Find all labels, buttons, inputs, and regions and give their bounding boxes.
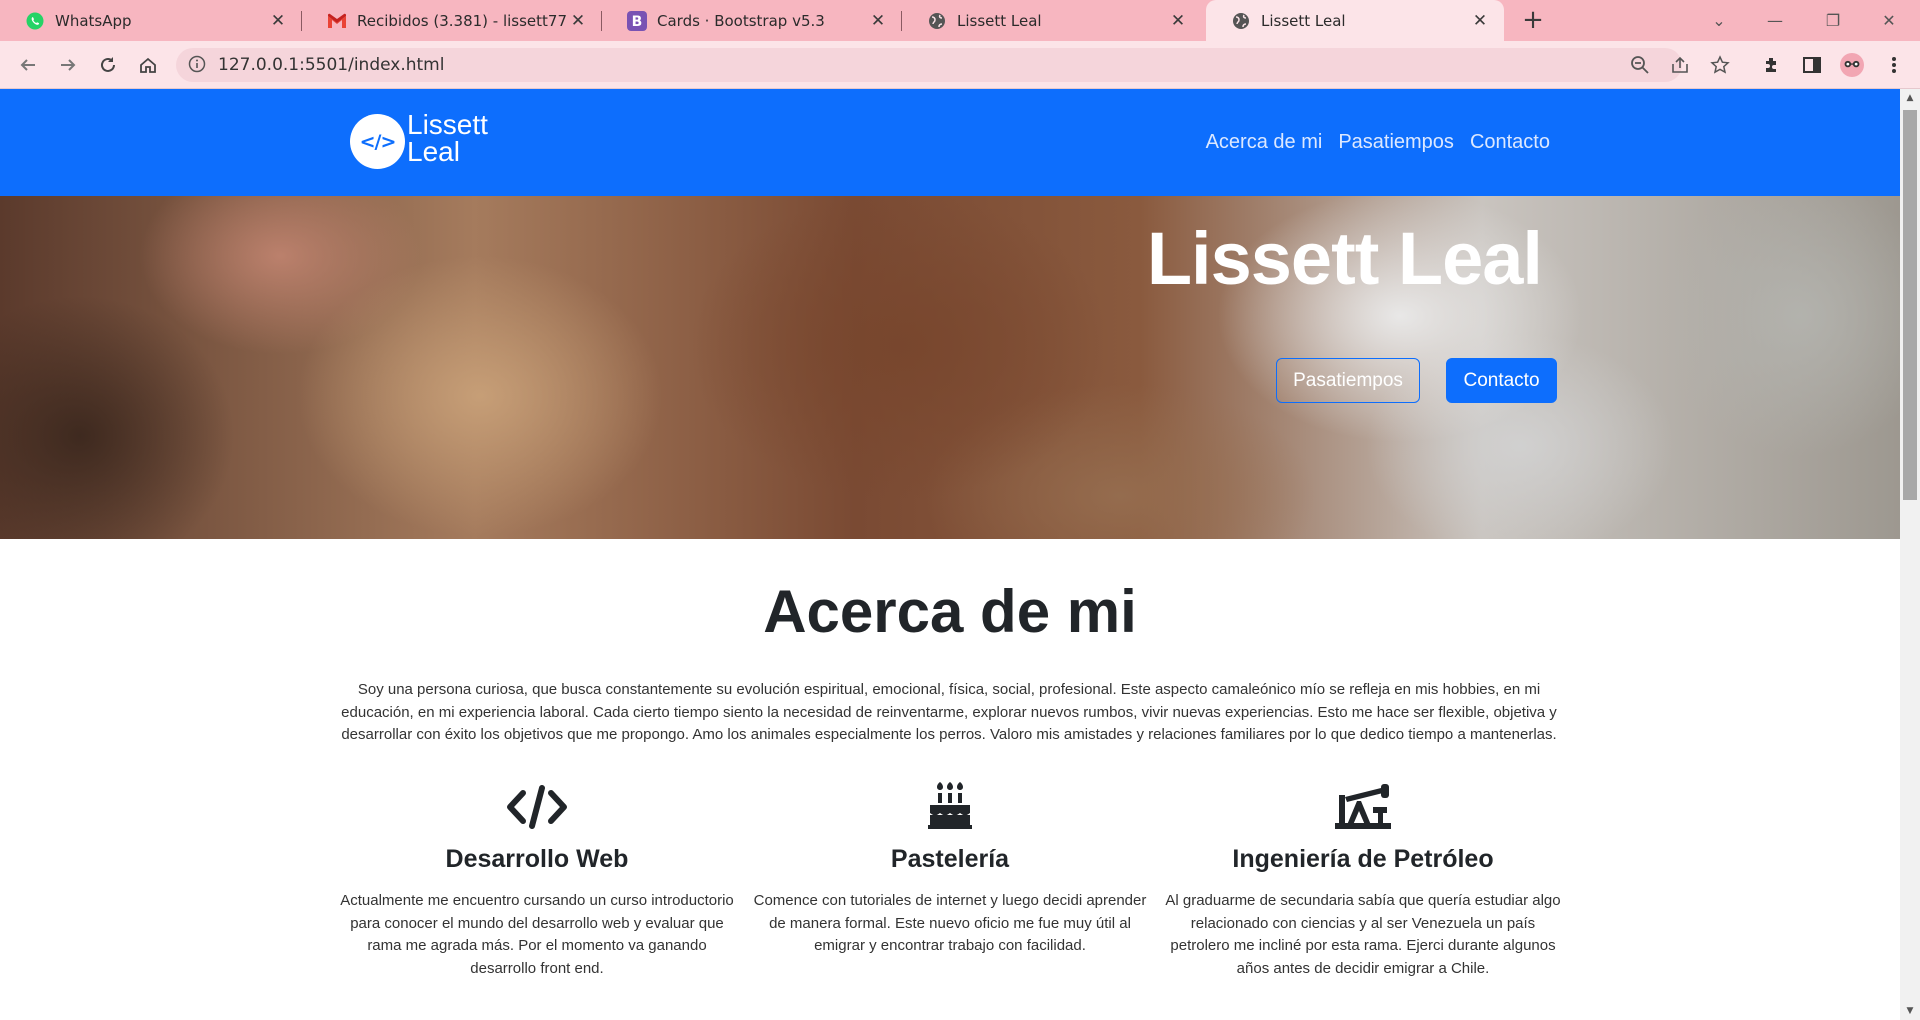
restore-button[interactable]: ❐: [1810, 0, 1856, 41]
contacto-button[interactable]: Contacto: [1446, 358, 1557, 403]
feature-text: Comence con tutoriales de internet y lue…: [753, 892, 1147, 954]
home-icon[interactable]: [132, 49, 164, 81]
page-viewport: </> Lissett Leal Acerca de mi Pasatiempo…: [0, 89, 1900, 1020]
nav-link-pasatiempos[interactable]: Pasatiempos: [1338, 131, 1454, 154]
feature-desarrollo-web: Desarrollo Web Actualmente me encuentro …: [337, 779, 737, 980]
tab-search-icon[interactable]: ⌄: [1696, 0, 1742, 41]
reload-icon[interactable]: [92, 49, 124, 81]
site-info-icon[interactable]: [188, 55, 208, 75]
share-icon[interactable]: [1670, 55, 1690, 75]
bootstrap-icon: B: [627, 10, 647, 31]
close-icon[interactable]: ✕: [1470, 11, 1490, 31]
nav-links: Acerca de mi Pasatiempos Contacto: [1206, 131, 1550, 154]
tab-lissett-active[interactable]: Lissett Leal ✕: [1206, 0, 1504, 41]
site-navbar: </> Lissett Leal Acerca de mi Pasatiempo…: [0, 89, 1900, 196]
tab-lissett-1[interactable]: Lissett Leal ✕: [902, 0, 1202, 41]
minimize-button[interactable]: —: [1752, 0, 1798, 41]
tab-title: Cards · Bootstrap v5.3: [657, 11, 825, 30]
globe-icon: [927, 11, 947, 31]
feature-pasteleria: Pastelería Comence con tutoriales de int…: [750, 779, 1150, 958]
gmail-icon: [327, 11, 347, 31]
code-icon: [337, 779, 737, 829]
tab-gmail[interactable]: Recibidos (3.381) - lissett777@gm ✕: [302, 0, 602, 41]
feature-text: Al graduarme de secundaria sabía que que…: [1165, 892, 1561, 977]
profile-avatar-icon[interactable]: [1840, 53, 1864, 77]
browser-toolbar: 127.0.0.1:5501/index.html: [0, 41, 1920, 89]
close-icon[interactable]: ✕: [268, 11, 288, 31]
zoom-icon[interactable]: [1630, 55, 1650, 75]
tab-whatsapp[interactable]: WhatsApp ✕: [0, 0, 302, 41]
forward-icon[interactable]: [52, 49, 84, 81]
window-close-button[interactable]: ✕: [1866, 0, 1912, 41]
svg-text:B: B: [632, 14, 643, 30]
url-text: 127.0.0.1:5501/index.html: [218, 55, 445, 75]
logo-line-2: Leal: [407, 136, 460, 167]
address-bar[interactable]: 127.0.0.1:5501/index.html: [176, 48, 1730, 82]
about-heading: Acerca de mi: [763, 578, 1137, 645]
tab-bootstrap[interactable]: B Cards · Bootstrap v5.3 ✕: [602, 0, 902, 41]
nav-link-acerca[interactable]: Acerca de mi: [1206, 131, 1323, 154]
vertical-scrollbar[interactable]: ▲ ▼: [1900, 89, 1920, 1020]
tab-strip: WhatsApp ✕ Recibidos (3.381) - lissett77…: [0, 0, 1920, 41]
pasatiempos-button[interactable]: Pasatiempos: [1276, 358, 1420, 403]
bookmark-star-icon[interactable]: [1710, 55, 1730, 75]
cake-icon: [750, 779, 1150, 829]
hero-title: Lissett Leal: [1146, 217, 1543, 300]
logo-text[interactable]: Lissett Leal: [407, 109, 488, 167]
tab-title: Recibidos (3.381) - lissett777@gm: [357, 11, 568, 30]
feature-title: Pastelería: [890, 845, 1010, 873]
menu-kebab-icon[interactable]: [1882, 53, 1906, 77]
tab-title: WhatsApp: [55, 11, 132, 30]
side-panel-icon[interactable]: [1800, 53, 1824, 77]
nav-link-contacto[interactable]: Contacto: [1470, 131, 1550, 154]
close-icon[interactable]: ✕: [568, 11, 588, 31]
scroll-up-icon[interactable]: ▲: [1905, 93, 1915, 103]
extensions-icon[interactable]: [1760, 53, 1784, 77]
feature-text: Actualmente me encuentro cursando un cur…: [340, 892, 734, 977]
feature-title: Desarrollo Web: [445, 845, 629, 873]
tab-title: Lissett Leal: [1261, 11, 1346, 30]
new-tab-button[interactable]: +: [1518, 5, 1548, 35]
about-text: Soy una persona curiosa, que busca const…: [341, 681, 1557, 743]
logo-line-1: Lissett: [407, 109, 488, 140]
close-icon[interactable]: ✕: [868, 11, 888, 31]
feature-title: Ingeniería de Petróleo: [1232, 845, 1494, 873]
logo-mark[interactable]: </>: [350, 114, 405, 169]
scrollbar-thumb[interactable]: [1903, 110, 1917, 500]
whatsapp-icon: [25, 11, 45, 31]
close-icon[interactable]: ✕: [1168, 11, 1188, 31]
tab-title: Lissett Leal: [957, 11, 1042, 30]
back-icon[interactable]: [12, 49, 44, 81]
oil-pump-icon: [1163, 779, 1563, 829]
hero-banner: Lissett Leal Pasatiempos Contacto: [0, 196, 1900, 539]
globe-icon: [1231, 11, 1251, 31]
feature-ingenieria-petroleo: Ingeniería de Petróleo Al graduarme de s…: [1163, 779, 1563, 980]
scroll-down-icon[interactable]: ▼: [1905, 1006, 1915, 1016]
